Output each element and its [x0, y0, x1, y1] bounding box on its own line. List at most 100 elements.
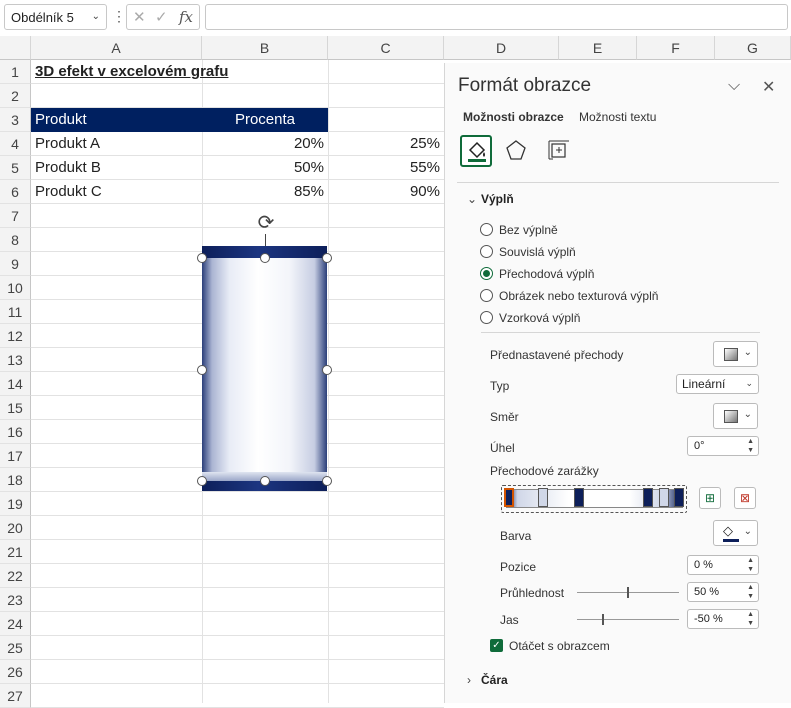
row-header[interactable]: 11 — [0, 300, 31, 324]
row-header[interactable]: 13 — [0, 348, 31, 372]
brightness-spinner[interactable]: -50 % ▲ ▼ — [687, 609, 759, 629]
spinner-arrows-icon[interactable]: ▲ ▼ — [747, 610, 754, 628]
add-gradient-stop-button[interactable]: ⊞ — [699, 487, 721, 509]
cell-a1[interactable]: 3D efekt v excelovém grafu — [31, 60, 232, 84]
gradient-stop[interactable] — [674, 488, 684, 507]
row-header[interactable]: 27 — [0, 684, 31, 708]
gradient-stops-bar[interactable] — [501, 485, 687, 513]
enter-icon[interactable]: ✓ — [155, 8, 168, 26]
slider-knob[interactable] — [602, 614, 604, 625]
resize-handle[interactable] — [197, 476, 207, 486]
row-header[interactable]: 23 — [0, 588, 31, 612]
fill-line-tab[interactable] — [460, 135, 492, 167]
resize-handle[interactable] — [322, 253, 332, 263]
cell-a4[interactable]: Produkt A — [31, 132, 104, 156]
row-header[interactable]: 7 — [0, 204, 31, 228]
select-all-corner[interactable] — [0, 36, 31, 60]
resize-handle[interactable] — [260, 476, 270, 486]
row-header[interactable]: 20 — [0, 516, 31, 540]
rotate-handle-icon[interactable]: ⟳ — [255, 212, 277, 234]
row-header[interactable]: 6 — [0, 180, 31, 204]
tab-text-options[interactable]: Možnosti textu — [579, 110, 656, 124]
color-picker-button[interactable]: ◇ ⌄ — [713, 520, 758, 546]
resize-handle[interactable] — [197, 365, 207, 375]
row-header[interactable]: 21 — [0, 540, 31, 564]
row-header[interactable]: 12 — [0, 324, 31, 348]
column-header-c[interactable]: C — [328, 36, 444, 60]
column-header-g[interactable]: G — [715, 36, 791, 60]
tab-shape-options[interactable]: Možnosti obrazce — [463, 110, 564, 124]
size-properties-tab[interactable] — [543, 135, 575, 167]
gradient-stop[interactable] — [659, 488, 669, 507]
spinner-arrows-icon[interactable]: ▲ ▼ — [747, 437, 754, 455]
column-header-b[interactable]: B — [202, 36, 328, 60]
cell-c4[interactable]: 25% — [328, 132, 444, 156]
row-header[interactable]: 24 — [0, 612, 31, 636]
insert-function-icon[interactable]: fx — [179, 8, 193, 26]
column-header-d[interactable]: D — [444, 36, 559, 60]
resize-handle[interactable] — [260, 253, 270, 263]
cell-c6[interactable]: 90% — [328, 180, 444, 204]
rotate-with-shape-checkbox[interactable]: ✓ — [490, 639, 503, 652]
row-header[interactable]: 26 — [0, 660, 31, 684]
column-header-a[interactable]: A — [31, 36, 202, 60]
cancel-icon[interactable]: ✕ — [133, 8, 146, 26]
transparency-slider[interactable] — [577, 587, 679, 598]
position-spinner[interactable]: 0 % ▲ ▼ — [687, 555, 759, 575]
row-header[interactable]: 9 — [0, 252, 31, 276]
spinner-arrows-icon[interactable]: ▲ ▼ — [747, 556, 754, 574]
remove-gradient-stop-button[interactable]: ⊠ — [734, 487, 756, 509]
preset-gradients-button[interactable]: ⌄ — [713, 341, 758, 367]
spinner-arrows-icon[interactable]: ▲ ▼ — [747, 583, 754, 601]
gradient-stop[interactable] — [574, 488, 584, 507]
direction-button[interactable]: ⌄ — [713, 403, 758, 429]
cell-b4[interactable]: 20% — [202, 132, 328, 156]
row-header[interactable]: 3 — [0, 108, 31, 132]
cell-c5[interactable]: 55% — [328, 156, 444, 180]
pane-options-chevron-icon[interactable]: ⌵ — [728, 77, 740, 95]
gradient-stop[interactable] — [538, 488, 548, 507]
row-header[interactable]: 10 — [0, 276, 31, 300]
row-header[interactable]: 8 — [0, 228, 31, 252]
row-header[interactable]: 5 — [0, 156, 31, 180]
brightness-slider[interactable] — [577, 614, 679, 625]
row-header[interactable]: 2 — [0, 84, 31, 108]
chevron-down-icon[interactable]: ⌄ — [92, 11, 100, 22]
radio-picture-fill[interactable]: Obrázek nebo texturová výplň — [480, 289, 658, 303]
fill-section-header[interactable]: ⌄ Výplň — [467, 192, 514, 206]
row-header[interactable]: 22 — [0, 564, 31, 588]
effects-tab[interactable] — [501, 135, 533, 167]
more-icon[interactable]: ⋮ — [112, 8, 126, 25]
row-header[interactable]: 18 — [0, 468, 31, 492]
transparency-spinner[interactable]: 50 % ▲ ▼ — [687, 582, 759, 602]
column-header-f[interactable]: F — [637, 36, 715, 60]
row-header[interactable]: 15 — [0, 396, 31, 420]
name-box[interactable]: Obdélník 5 ⌄ — [4, 4, 107, 30]
radio-gradient-fill[interactable]: Přechodová výplň — [480, 267, 594, 281]
line-section-header[interactable]: › Čára — [467, 673, 508, 687]
type-select[interactable]: Lineární ⌄ — [676, 374, 759, 394]
close-icon[interactable]: ✕ — [762, 77, 775, 97]
column-header-e[interactable]: E — [559, 36, 637, 60]
resize-handle[interactable] — [322, 476, 332, 486]
cell-b6[interactable]: 85% — [202, 180, 328, 204]
cell-a5[interactable]: Produkt B — [31, 156, 105, 180]
row-header[interactable]: 17 — [0, 444, 31, 468]
gradient-rectangle-shape[interactable] — [202, 246, 327, 491]
angle-spinner[interactable]: 0° ▲ ▼ — [687, 436, 759, 456]
formula-input[interactable] — [205, 4, 788, 30]
gradient-stop-selected[interactable] — [504, 488, 514, 507]
row-header[interactable]: 4 — [0, 132, 31, 156]
row-header[interactable]: 14 — [0, 372, 31, 396]
radio-no-fill[interactable]: Bez výplně — [480, 223, 558, 237]
row-header[interactable]: 19 — [0, 492, 31, 516]
radio-solid-fill[interactable]: Souvislá výplň — [480, 245, 576, 259]
radio-pattern-fill[interactable]: Vzorková výplň — [480, 311, 580, 325]
resize-handle[interactable] — [197, 253, 207, 263]
slider-knob[interactable] — [627, 587, 629, 598]
cell-a3[interactable]: Produkt — [31, 108, 91, 132]
cell-a6[interactable]: Produkt C — [31, 180, 106, 204]
row-header[interactable]: 16 — [0, 420, 31, 444]
cell-b3[interactable]: Procenta — [202, 108, 328, 132]
row-header[interactable]: 1 — [0, 60, 31, 84]
